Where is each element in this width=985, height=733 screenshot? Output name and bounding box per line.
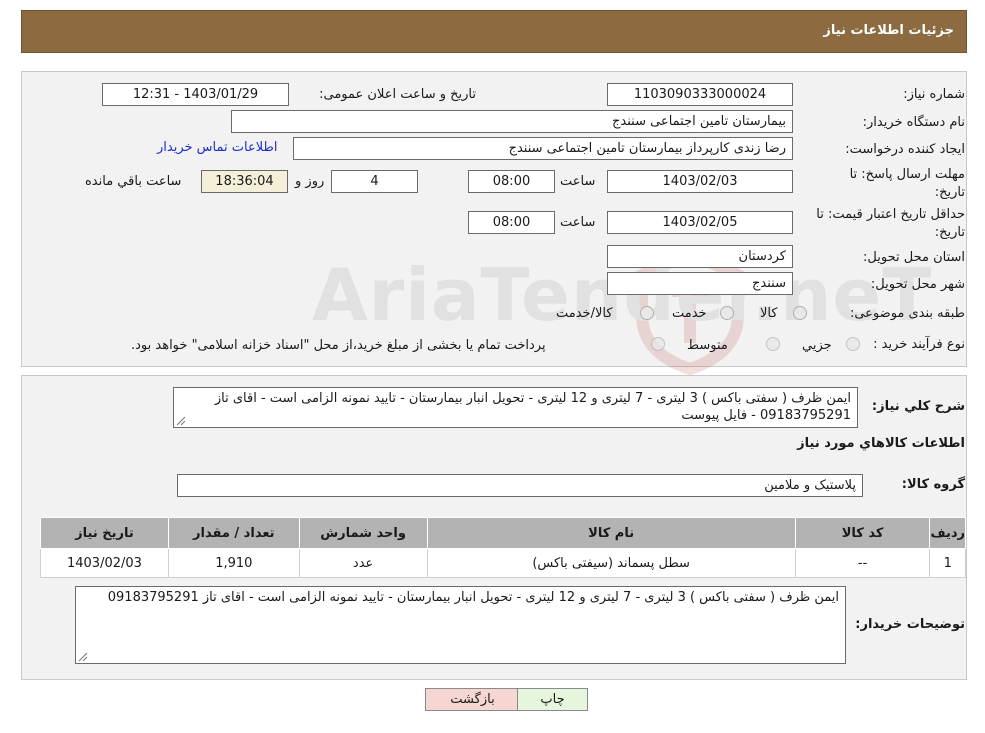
category-radio-goods[interactable] [793,306,807,320]
process-radio-minor[interactable] [846,337,860,351]
deadline-label: مهلت ارسال پاسخ: تا تاریخ: [849,167,965,200]
price-validity-date-field: 1403/02/05 [607,211,793,234]
resize-handle-icon[interactable] [78,652,88,662]
category-radio-goods-service[interactable] [640,306,654,320]
category-option-service: خدمت [672,306,707,321]
col-header-goods-name: نام کالا [426,517,796,549]
announce-datetime-label: تاریخ و ساعت اعلان عمومی: [319,87,476,102]
col-header-unit: واحد شمارش [298,517,428,549]
goods-table: رديف کد کالا نام کالا واحد شمارش تعداد /… [40,517,966,578]
summary-textarea[interactable]: ایمن ظرف ( سفتی باکس ) 3 لیتری - 7 لیتری… [173,387,858,428]
category-label: طبقه بندی موضوعی: [849,306,965,321]
cell-unit: عدد [298,548,428,578]
days-label: روز و [295,174,325,189]
city-field: سنندج [607,272,793,295]
back-button[interactable]: بازگشت [425,688,520,711]
goods-table-header: رديف کد کالا نام کالا واحد شمارش تعداد /… [40,517,966,549]
col-header-need-date: تاریخ نیاز [40,517,169,549]
process-treasury-note: پرداخت تمام یا بخشی از مبلغ خرید،از محل … [131,338,546,353]
price-validity-time-label: ساعت [560,215,596,230]
need-number-field: 1103090333000024 [607,83,793,106]
category-radio-service[interactable] [720,306,734,320]
buyer-notes-label: توضیحات خریدار: [855,617,965,632]
table-row: 1 -- سطل پسماند (سیفتی باکس) عدد 1,910 1… [40,548,966,578]
buyer-notes-textarea[interactable]: ایمن ظرف ( سفتی باکس ) 3 لیتری - 7 لیتری… [75,586,846,664]
price-validity-time-field: 08:00 [468,211,555,234]
remaining-time-label: ساعت باقي مانده [85,174,182,189]
page-title: جزئیات اطلاعات نیاز [823,23,954,38]
deadline-date-field: 1403/02/03 [607,170,793,193]
summary-label: شرح کلي نياز: [871,399,965,414]
price-validity-label: حداقل تاریخ اعتبار قیمت: تا تاریخ: [816,207,965,240]
process-option-minor: جزیي [802,338,832,353]
buyer-contact-link[interactable]: اطلاعات تماس خریدار [157,140,277,155]
goods-group-label: گروه کالا: [901,477,965,492]
cell-goods-code: -- [794,548,931,578]
need-number-label: شماره نیاز: [903,87,965,102]
days-remaining-field: 4 [331,170,418,193]
process-radio-treasury[interactable] [651,337,665,351]
process-type-label: نوع فرآیند خرید : [873,337,965,352]
city-label: شهر محل تحویل: [870,277,965,292]
cell-row-number: 1 [929,548,966,578]
process-option-medium: متوسط [687,338,728,353]
resize-handle-icon[interactable] [176,416,186,426]
province-label: استان محل تحویل: [863,250,965,265]
buyer-org-label: نام دستگاه خریدار: [862,115,965,130]
buyer-org-field: بیمارستان تامین اجتماعی سنندج [231,110,793,133]
goods-info-title: اطلاعات کالاهاي مورد نياز [797,436,965,451]
cell-need-date: 1403/02/03 [40,548,169,578]
deadline-time-field: 08:00 [468,170,555,193]
page-header: جزئیات اطلاعات نیاز [21,10,967,53]
deadline-time-label: ساعت [560,174,596,189]
goods-group-field: پلاستیک و ملامین [177,474,863,497]
cell-quantity: 1,910 [167,548,300,578]
col-header-goods-code: کد کالا [794,517,931,549]
creator-field: رضا زندی کارپرداز بیمارستان تامین اجتماع… [293,137,793,160]
remaining-time-field: 18:36:04 [201,170,288,193]
announce-datetime-field: 1403/01/29 - 12:31 [102,83,289,106]
cell-goods-name: سطل پسماند (سیفتی باکس) [426,548,796,578]
process-radio-medium[interactable] [766,337,780,351]
creator-label: ایجاد کننده درخواست: [845,142,965,157]
buyer-notes-text: ایمن ظرف ( سفتی باکس ) 3 لیتری - 7 لیتری… [107,590,839,605]
print-button[interactable]: چاپ [517,688,588,711]
category-option-goods: کالا [760,306,778,321]
col-header-row-number: رديف [929,517,966,549]
col-header-quantity: تعداد / مقدار [167,517,300,549]
summary-text: ایمن ظرف ( سفتی باکس ) 3 لیتری - 7 لیتری… [214,391,851,423]
province-field: کردستان [607,245,793,268]
category-option-goods-service: کالا/خدمت [556,306,613,321]
